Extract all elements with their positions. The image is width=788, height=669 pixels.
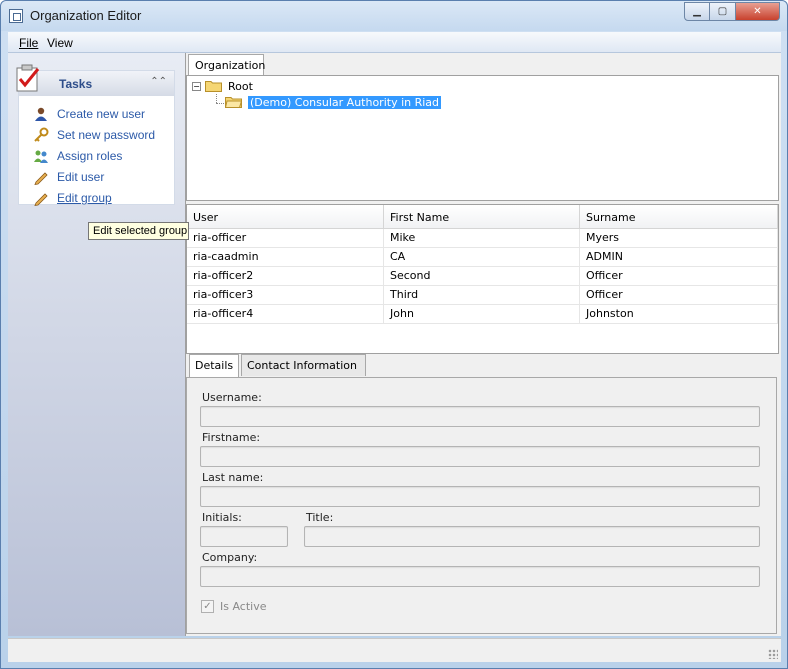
cell-first-name: Second xyxy=(384,267,580,286)
app-icon xyxy=(9,9,23,23)
column-header-surname[interactable]: Surname xyxy=(580,205,778,229)
table-row[interactable]: ria-officer2 Second Officer xyxy=(187,267,778,286)
user-icon xyxy=(35,107,47,121)
close-button[interactable]: ✕ xyxy=(736,2,780,21)
tree-connector xyxy=(216,94,217,103)
cell-first-name: Third xyxy=(384,286,580,305)
cell-user: ria-officer4 xyxy=(187,305,384,324)
task-label: Create new user xyxy=(57,107,146,121)
initials-label: Initials: xyxy=(202,511,242,524)
tasks-panel: Tasks ⌃⌃ Create new user Set new passwor… xyxy=(16,64,175,206)
last-name-label: Last name: xyxy=(202,471,264,484)
details-tab-strip: Details Contact Information xyxy=(186,354,782,379)
cell-surname: Officer xyxy=(580,267,778,286)
cell-first-name: John xyxy=(384,305,580,324)
key-icon xyxy=(34,127,49,142)
tree-connector xyxy=(216,103,224,104)
title-label: Title: xyxy=(306,511,334,524)
username-field[interactable] xyxy=(200,406,760,427)
initials-field[interactable] xyxy=(200,526,288,547)
task-label: Edit user xyxy=(57,170,105,184)
cell-user: ria-officer xyxy=(187,229,384,248)
table-row[interactable]: ria-officer4 John Johnston xyxy=(187,305,778,324)
task-label: Assign roles xyxy=(57,149,123,163)
last-name-field[interactable] xyxy=(200,486,760,507)
main-pane: Organization − Root (Demo) Consular Auth… xyxy=(185,53,781,636)
menu-file[interactable]: File xyxy=(19,36,38,50)
tasks-title: Tasks xyxy=(59,77,93,91)
minimize-button[interactable]: ▁ xyxy=(684,2,710,21)
details-panel: Username: Firstname: Last name: Initials… xyxy=(186,377,777,634)
tree-node-label: (Demo) Consular Authority in Riad xyxy=(248,95,442,109)
resize-grip[interactable] xyxy=(768,649,778,659)
folder-icon xyxy=(205,81,222,92)
cell-user: ria-officer3 xyxy=(187,286,384,305)
pencil-icon xyxy=(34,193,48,206)
firstname-field[interactable] xyxy=(200,446,760,467)
menu-view[interactable]: View xyxy=(47,36,73,50)
table-header: User First Name Surname xyxy=(187,205,778,229)
task-pane: Tasks ⌃⌃ Create new user Set new passwor… xyxy=(8,53,185,636)
cell-user: ria-caadmin xyxy=(187,248,384,267)
window-title: Organization Editor xyxy=(30,8,142,23)
folder-open-icon xyxy=(225,97,242,108)
company-label: Company: xyxy=(202,551,258,564)
cell-user: ria-officer2 xyxy=(187,267,384,286)
window-controls: ▁ ▢ ✕ xyxy=(684,2,780,21)
task-edit-group[interactable]: Edit group xyxy=(33,190,112,206)
menu-bar: File View xyxy=(8,32,781,53)
task-edit-user[interactable]: Edit user xyxy=(33,169,104,185)
cell-first-name: Mike xyxy=(384,229,580,248)
pencil-icon xyxy=(34,172,48,185)
company-field[interactable] xyxy=(200,566,760,587)
table-row[interactable]: ria-officer Mike Myers xyxy=(187,229,778,248)
cell-surname: Officer xyxy=(580,286,778,305)
cell-surname: Johnston xyxy=(580,305,778,324)
status-bar xyxy=(8,638,781,662)
collapse-icon[interactable]: − xyxy=(192,81,201,91)
tree-node-consular-authority[interactable]: (Demo) Consular Authority in Riad xyxy=(225,94,442,110)
users-table: User First Name Surname ria-officer Mike… xyxy=(186,204,779,354)
title-bar[interactable]: Organization Editor ▁ ▢ ✕ xyxy=(1,1,787,31)
cell-surname: ADMIN xyxy=(580,248,778,267)
cell-surname: Myers xyxy=(580,229,778,248)
tree-node-label: Root xyxy=(228,79,253,93)
task-assign-roles[interactable]: Assign roles xyxy=(33,148,122,164)
is-active-checkbox[interactable]: ✓ Is Active xyxy=(201,600,267,613)
app-window: Organization Editor ▁ ▢ ✕ File View Task… xyxy=(0,0,788,669)
tooltip: Edit selected group xyxy=(88,222,189,240)
checklist-icon xyxy=(16,64,40,92)
task-create-new-user[interactable]: Create new user xyxy=(33,106,145,122)
table-row[interactable]: ria-caadmin CA ADMIN xyxy=(187,248,778,267)
maximize-button[interactable]: ▢ xyxy=(710,2,736,21)
checkmark-icon: ✓ xyxy=(201,600,214,613)
tab-contact-information[interactable]: Contact Information xyxy=(241,354,366,376)
tree-node-root[interactable]: − Root xyxy=(192,78,253,94)
table-row[interactable]: ria-officer3 Third Officer xyxy=(187,286,778,305)
task-set-new-password[interactable]: Set new password xyxy=(33,127,155,143)
cell-first-name: CA xyxy=(384,248,580,267)
tasks-header[interactable]: Tasks ⌃⌃ xyxy=(16,64,174,96)
column-header-user[interactable]: User xyxy=(187,205,384,229)
tab-organization[interactable]: Organization xyxy=(188,54,265,77)
firstname-label: Firstname: xyxy=(202,431,261,444)
is-active-label: Is Active xyxy=(220,600,267,613)
collapse-icon[interactable]: ⌃⌃ xyxy=(150,76,167,87)
column-header-first-name[interactable]: First Name xyxy=(384,205,580,229)
task-label: Edit group xyxy=(57,191,112,205)
organization-tree[interactable]: − Root (Demo) Consular Authority in Riad xyxy=(186,75,779,201)
title-field[interactable] xyxy=(304,526,760,547)
tab-details[interactable]: Details xyxy=(189,354,239,378)
task-label: Set new password xyxy=(57,128,156,142)
roles-icon xyxy=(34,150,48,163)
username-label: Username: xyxy=(202,391,262,404)
